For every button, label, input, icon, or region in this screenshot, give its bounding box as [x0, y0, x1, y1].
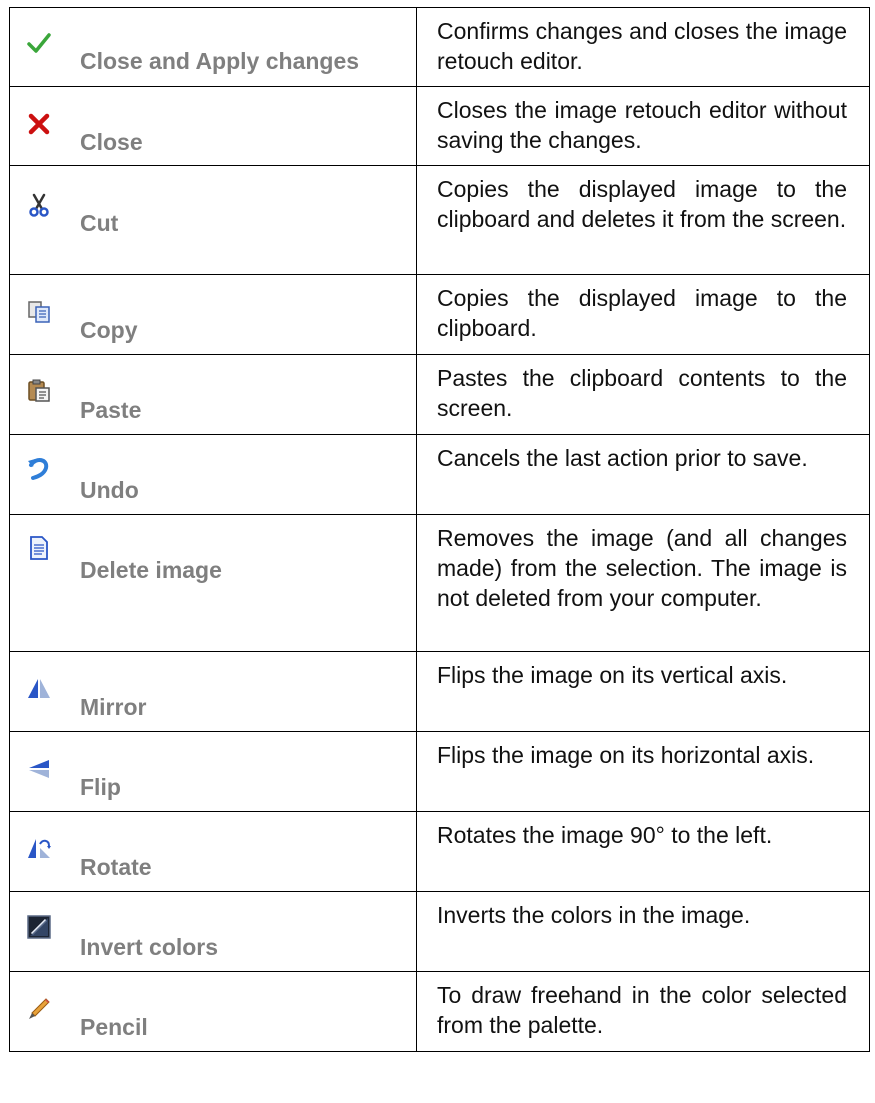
- table-row: Flip Flips the image on its horizontal a…: [9, 731, 870, 812]
- command-cell: Close: [9, 86, 417, 166]
- command-description: Flips the image on its horizontal axis.: [437, 742, 815, 768]
- document-icon: [26, 535, 52, 561]
- table-row: Delete image Removes the image (and all …: [9, 514, 870, 652]
- table-row: Undo Cancels the last action prior to sa…: [9, 434, 870, 515]
- command-description: Confirms changes and closes the image re…: [437, 18, 847, 74]
- command-label: Mirror: [80, 694, 147, 720]
- table-row: Cut Copies the displayed image to the cl…: [9, 165, 870, 275]
- description-cell: Closes the image retouch editor without …: [416, 86, 870, 166]
- table-row: Pencil To draw freehand in the color sel…: [9, 971, 870, 1052]
- table-row: Mirror Flips the image on its vertical a…: [9, 651, 870, 732]
- command-description: Flips the image on its vertical axis.: [437, 662, 788, 688]
- command-label: Flip: [80, 774, 121, 800]
- description-cell: Rotates the image 90° to the left.: [416, 811, 870, 892]
- scissors-icon: [26, 192, 52, 218]
- command-label: Invert colors: [80, 934, 219, 960]
- description-cell: Inverts the colors in the image.: [416, 891, 870, 972]
- command-description: Closes the image retouch editor without …: [437, 97, 847, 153]
- description-cell: Removes the image (and all changes made)…: [416, 514, 870, 652]
- command-label: Pencil: [80, 1014, 148, 1040]
- command-description: To draw freehand in the color selected f…: [437, 982, 847, 1038]
- command-label: Rotate: [80, 854, 152, 880]
- checkmark-icon: [26, 30, 52, 56]
- command-cell: Undo: [9, 434, 417, 515]
- description-cell: Flips the image on its vertical axis.: [416, 651, 870, 732]
- description-cell: Confirms changes and closes the image re…: [416, 7, 870, 87]
- description-cell: To draw freehand in the color selected f…: [416, 971, 870, 1052]
- description-cell: Copies the displayed image to the clipbo…: [416, 165, 870, 275]
- command-cell: Delete image: [9, 514, 417, 652]
- description-cell: Pastes the clipboard contents to the scr…: [416, 354, 870, 435]
- command-label: Copy: [80, 317, 138, 343]
- pencil-icon: [26, 996, 52, 1022]
- description-cell: Cancels the last action prior to save.: [416, 434, 870, 515]
- command-description: Rotates the image 90° to the left.: [437, 822, 773, 848]
- command-label: Paste: [80, 397, 142, 423]
- command-label: Undo: [80, 477, 139, 503]
- command-description: Copies the displayed image to the clipbo…: [437, 176, 847, 232]
- table-row: Close Closes the image retouch editor wi…: [9, 86, 870, 166]
- undo-icon: [26, 455, 52, 481]
- command-cell: Flip: [9, 731, 417, 812]
- command-label: Delete image: [80, 557, 222, 583]
- table-row: Paste Pastes the clipboard contents to t…: [9, 354, 870, 435]
- command-description: Pastes the clipboard contents to the scr…: [437, 365, 847, 421]
- mirror-icon: [26, 676, 52, 702]
- command-table: Close and Apply changes Confirms changes…: [9, 7, 870, 1052]
- table-row: Close and Apply changes Confirms changes…: [9, 7, 870, 87]
- command-cell: Paste: [9, 354, 417, 435]
- command-label: Close and Apply changes: [80, 48, 360, 74]
- copy-icon: [26, 299, 52, 325]
- command-cell: Mirror: [9, 651, 417, 732]
- command-label: Cut: [80, 210, 119, 236]
- command-description: Inverts the colors in the image.: [437, 902, 751, 928]
- close-icon: [26, 111, 52, 137]
- invert-colors-icon: [26, 914, 52, 940]
- rotate-icon: [26, 836, 52, 862]
- table-row: Invert colors Inverts the colors in the …: [9, 891, 870, 972]
- command-cell: Close and Apply changes: [9, 7, 417, 87]
- command-cell: Rotate: [9, 811, 417, 892]
- flip-icon: [26, 756, 52, 782]
- description-cell: Copies the displayed image to the clipbo…: [416, 274, 870, 355]
- command-cell: Copy: [9, 274, 417, 355]
- table-row: Copy Copies the displayed image to the c…: [9, 274, 870, 355]
- command-cell: Cut: [9, 165, 417, 275]
- command-label: Close: [80, 129, 143, 155]
- command-cell: Invert colors: [9, 891, 417, 972]
- paste-icon: [26, 377, 52, 403]
- description-cell: Flips the image on its horizontal axis.: [416, 731, 870, 812]
- command-description: Removes the image (and all changes made)…: [437, 525, 847, 611]
- command-description: Copies the displayed image to the clipbo…: [437, 285, 847, 341]
- table-row: Rotate Rotates the image 90° to the left…: [9, 811, 870, 892]
- command-cell: Pencil: [9, 971, 417, 1052]
- command-description: Cancels the last action prior to save.: [437, 445, 808, 471]
